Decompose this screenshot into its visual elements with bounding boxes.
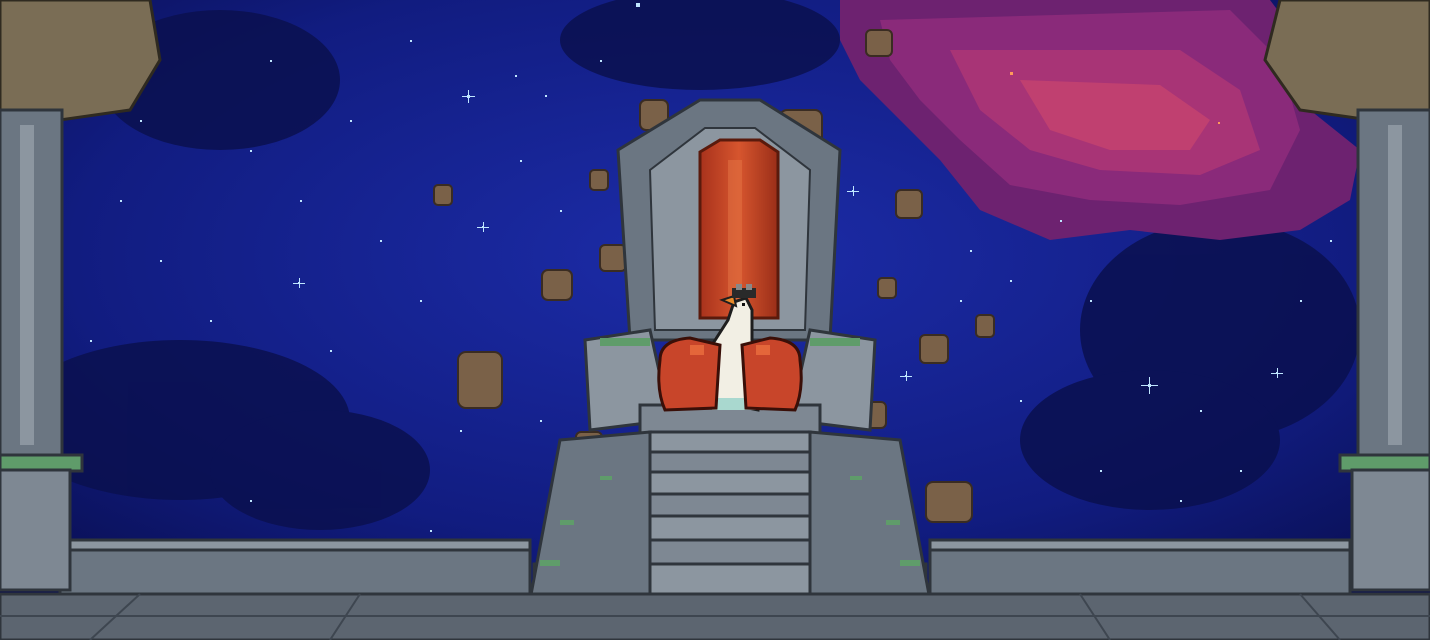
game-scene — [0, 0, 1430, 640]
scene-canvas — [0, 0, 1430, 640]
stone-stairs — [528, 430, 932, 602]
